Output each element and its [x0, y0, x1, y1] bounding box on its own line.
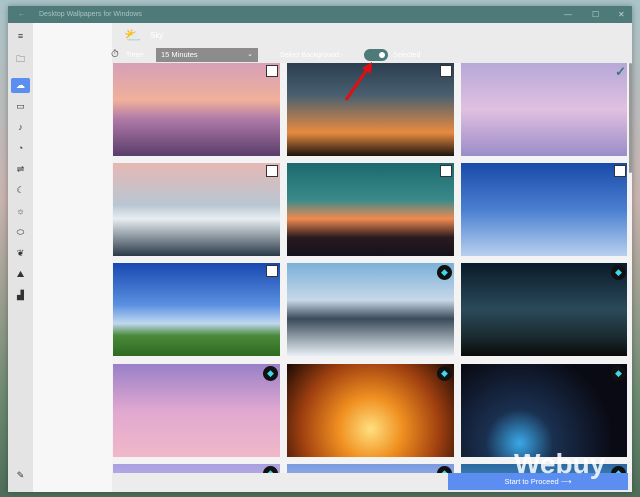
- sidebar-item-sun[interactable]: ☼: [11, 204, 30, 219]
- wallpaper-tile[interactable]: [113, 263, 280, 356]
- select-checkbox[interactable]: [614, 165, 626, 177]
- select-checkbox[interactable]: [266, 65, 278, 77]
- back-icon[interactable]: ←: [18, 6, 25, 23]
- wallpaper-tile[interactable]: ◆: [287, 464, 454, 473]
- premium-diamond-icon: ◆: [611, 466, 626, 473]
- app-window: ← Desktop Wallpapers for Windows — ☐ ✕ ≡…: [8, 6, 632, 492]
- window-title: Desktop Wallpapers for Windows: [39, 11, 142, 18]
- watermark: Webuy: [514, 448, 606, 479]
- plant-icon: ❦: [16, 248, 25, 258]
- sky-icon: ☁: [16, 80, 25, 90]
- sidebar-item-settings-sliders[interactable]: ⇌: [11, 162, 30, 177]
- toggle-label: Selected: [393, 52, 421, 59]
- settings-sliders-icon: ⇌: [16, 164, 25, 174]
- sidebar-item-menu[interactable]: ≡: [11, 29, 30, 44]
- edit-icon[interactable]: ✎: [11, 468, 30, 483]
- wallpaper-tile[interactable]: ◆: [287, 364, 454, 457]
- wallpaper-tile[interactable]: ◆: [113, 364, 280, 457]
- slideshow-icon: ▭: [16, 101, 25, 111]
- title-bar: ← Desktop Wallpapers for Windows — ☐ ✕: [8, 6, 632, 23]
- close-button[interactable]: ✕: [618, 6, 625, 23]
- wallpaper-tile[interactable]: [113, 163, 280, 256]
- wallpaper-tile[interactable]: [287, 163, 454, 256]
- timer-label: Timer :: [126, 52, 148, 59]
- music-icon: ♪: [18, 122, 23, 132]
- scrollbar[interactable]: [629, 63, 632, 173]
- sidebar-item-music[interactable]: ♪: [11, 120, 30, 135]
- category-title: Sky: [150, 31, 164, 40]
- sidebar-item-folder[interactable]: 🗀: [11, 52, 30, 67]
- premium-diamond-icon: ◆: [437, 466, 452, 473]
- sidebar: ≡ 🗀 ☁ ▭ ♪ ◔ ⇌ ☾ ☼ ⬭ ❦ ⛰ ▟ ✎: [8, 23, 33, 492]
- sidebar-item-sky[interactable]: ☁: [11, 78, 30, 93]
- wallpaper-tile[interactable]: ◆: [287, 263, 454, 356]
- select-checkbox[interactable]: [440, 65, 452, 77]
- sidebar-item-slideshow[interactable]: ▭: [11, 99, 30, 114]
- mountain-icon: ⛰: [16, 269, 25, 279]
- premium-diamond-icon: ◆: [611, 366, 626, 381]
- checkmark-icon[interactable]: ✓: [615, 64, 626, 80]
- sidebar-item-leaf[interactable]: ⬭: [11, 225, 30, 240]
- leaf-icon: ⬭: [16, 227, 25, 237]
- sidebar-item-plant[interactable]: ❦: [11, 246, 30, 261]
- red-arrow-annotation: [344, 62, 372, 101]
- wallpaper-tile[interactable]: ✓: [461, 63, 627, 156]
- select-checkbox[interactable]: [266, 265, 278, 277]
- select-checkbox[interactable]: [266, 165, 278, 177]
- sidebar-item-night[interactable]: ☾: [11, 183, 30, 198]
- wallpaper-tile[interactable]: ◆: [461, 263, 627, 356]
- timer-dropdown[interactable]: 15 Minutes ⌄: [156, 48, 258, 62]
- maximize-button[interactable]: ☐: [592, 6, 599, 23]
- premium-diamond-icon: ◆: [263, 366, 278, 381]
- header: ⛅ Sky ⏱ Timer : 15 Minutes ⌄ Select Backg…: [111, 23, 632, 63]
- premium-diamond-icon: ◆: [263, 466, 278, 473]
- wallpaper-tile[interactable]: [461, 163, 627, 256]
- sky-icon: ⛅: [124, 27, 142, 43]
- timer-value: 15 Minutes: [161, 50, 198, 59]
- night-icon: ☾: [16, 185, 25, 195]
- wallpaper-tile[interactable]: ◆: [113, 464, 280, 473]
- timer-icon: ◔: [17, 143, 24, 153]
- sun-icon: ☼: [16, 206, 25, 216]
- wallpaper-tile[interactable]: [113, 63, 280, 156]
- sidebar-item-timer[interactable]: ◔: [11, 141, 30, 156]
- folder-icon: 🗀: [15, 54, 25, 64]
- select-checkbox[interactable]: [440, 165, 452, 177]
- sidebar-item-mountain[interactable]: ⛰: [11, 267, 30, 282]
- chevron-down-icon: ⌄: [247, 51, 253, 58]
- side-pane: [33, 23, 112, 492]
- timer-icon: ⏱: [111, 49, 119, 60]
- city-icon: ▟: [17, 290, 24, 300]
- premium-diamond-icon: ◆: [611, 265, 626, 280]
- wallpaper-grid: ✓ ◆ ◆ ◆ ◆ ◆ ◆ ◆ ◆: [113, 63, 627, 473]
- minimize-button[interactable]: —: [564, 6, 572, 23]
- sidebar-item-city[interactable]: ▟: [11, 288, 30, 303]
- premium-diamond-icon: ◆: [437, 265, 452, 280]
- select-background-label: Select Background:-: [280, 52, 344, 59]
- premium-diamond-icon: ◆: [437, 366, 452, 381]
- menu-icon: ≡: [17, 31, 24, 41]
- wallpaper-tile[interactable]: ◆: [461, 364, 627, 457]
